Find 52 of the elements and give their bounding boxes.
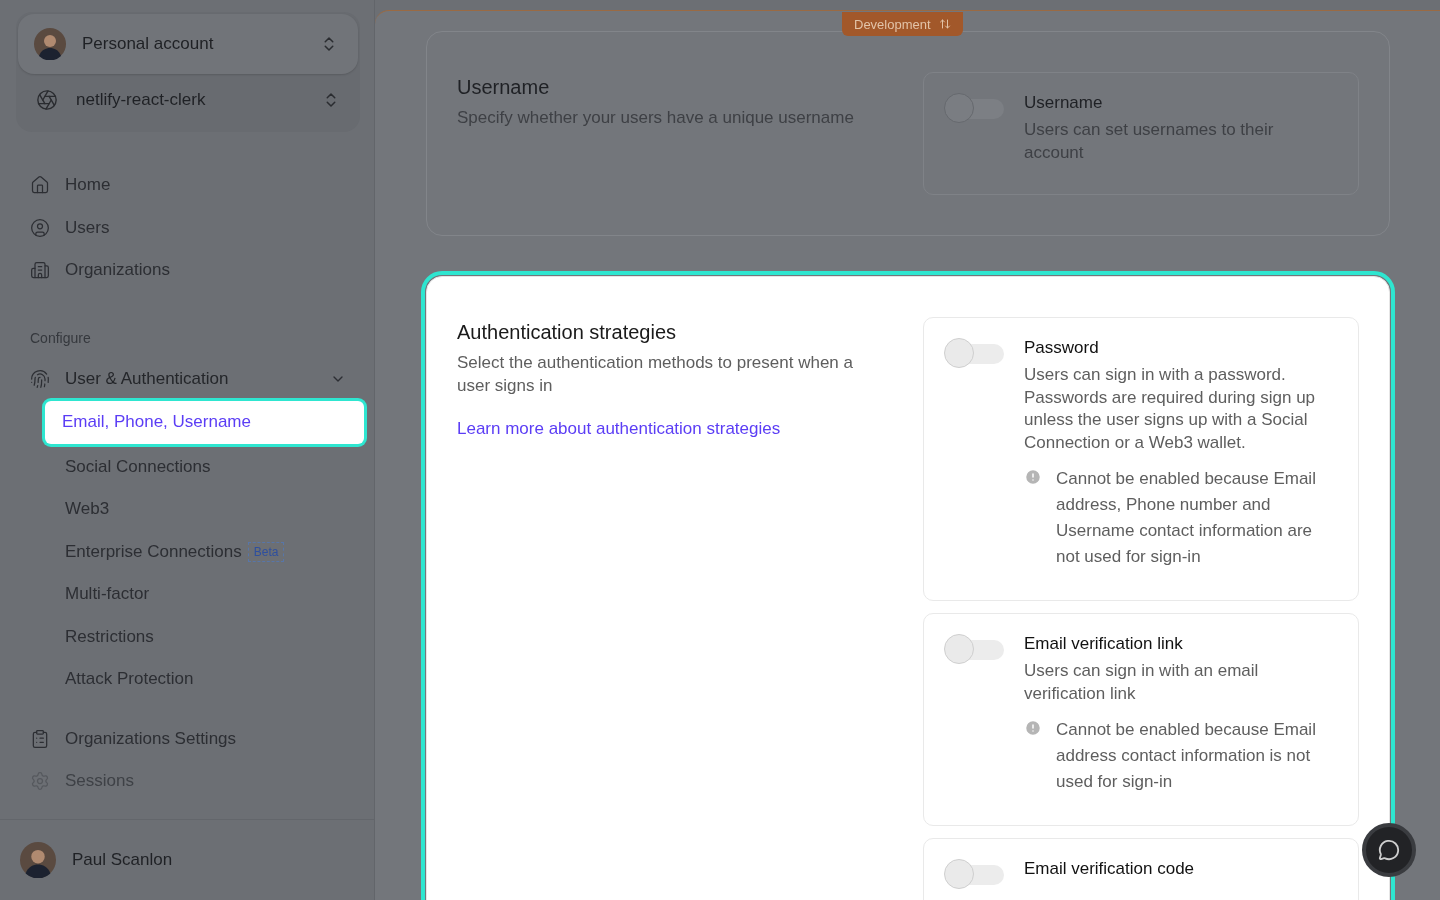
avatar xyxy=(20,842,56,878)
environment-label: Development xyxy=(854,16,931,32)
toggle-switch[interactable] xyxy=(944,338,1004,368)
option-title: Email verification code xyxy=(1024,859,1196,879)
nav-item[interactable]: Users xyxy=(30,206,374,249)
nav-subitem[interactable]: Social Connections xyxy=(65,445,374,488)
nav-subitem[interactable]: Web3 xyxy=(65,488,374,531)
alert-icon xyxy=(1024,468,1042,486)
user-icon xyxy=(30,217,50,238)
option-title: Username xyxy=(1024,93,1104,113)
group-label: User & Authentication xyxy=(65,368,230,389)
warning-text: Cannot be enabled because Email address, Phone number and Username contact information are not used for sign-in xyxy=(1056,468,1317,568)
nav-subitem[interactable]: Email, Phone, Username xyxy=(45,400,364,444)
account-switcher[interactable]: Personal account xyxy=(18,14,358,74)
toggle-switch[interactable] xyxy=(944,859,1004,889)
nav-subitem[interactable]: Multi-factor xyxy=(65,573,374,616)
section-description: Select the authentication methods to present when a user signs in xyxy=(457,352,854,397)
avatar xyxy=(34,28,66,60)
beta-badge: Beta xyxy=(247,541,285,562)
section-title: Authentication strategies xyxy=(457,321,678,344)
gear-icon xyxy=(30,771,50,792)
alert-icon xyxy=(1024,719,1042,737)
nav-subitem[interactable]: Restrictions xyxy=(65,615,374,658)
warning-text: Cannot be enabled because Email address contact information is not used for sign-in xyxy=(1056,719,1317,793)
subitem-label: Enterprise Connections xyxy=(65,541,242,562)
nav-group[interactable]: User & Authentication xyxy=(30,357,374,400)
app-switcher[interactable]: netlify-react-clerk xyxy=(16,74,360,126)
app-name: netlify-react-clerk xyxy=(76,90,207,110)
section-heading: Configure xyxy=(30,329,92,346)
user-profile[interactable]: Paul Scanlon xyxy=(0,819,374,900)
app-logo-icon xyxy=(36,89,58,111)
option-description: Users can sign in with an email verification link xyxy=(1024,660,1260,705)
nav-item[interactable]: Organizations xyxy=(30,249,374,292)
swap-icon xyxy=(938,18,951,30)
nav-item[interactable]: Home xyxy=(30,164,374,207)
section-title: Username xyxy=(457,76,551,99)
building-icon xyxy=(30,260,50,281)
option-title: Password xyxy=(1024,338,1100,358)
environment-badge[interactable]: Development xyxy=(842,12,963,36)
nav-subitem[interactable]: Attack Protection xyxy=(65,658,374,701)
clipboard-icon xyxy=(30,728,50,749)
toggle-switch[interactable] xyxy=(944,634,1004,664)
account-name: Personal account xyxy=(82,34,215,54)
fingerprint-icon xyxy=(30,368,50,389)
learn-more-link[interactable]: Learn more about authentication strategies xyxy=(457,419,883,439)
home-icon xyxy=(30,175,50,196)
nav-subitem[interactable]: Enterprise Connections Beta xyxy=(65,530,374,573)
user-name: Paul Scanlon xyxy=(72,850,173,870)
option-title: Email verification link xyxy=(1024,634,1184,654)
chat-icon xyxy=(1378,839,1400,861)
nav-item[interactable]: Organizations Settings xyxy=(30,717,374,760)
option-description: Users can sign in with a password. Passwords are required during sign up unless the user signs up with a Social Connection or a Web3 wallet. xyxy=(1024,364,1317,454)
